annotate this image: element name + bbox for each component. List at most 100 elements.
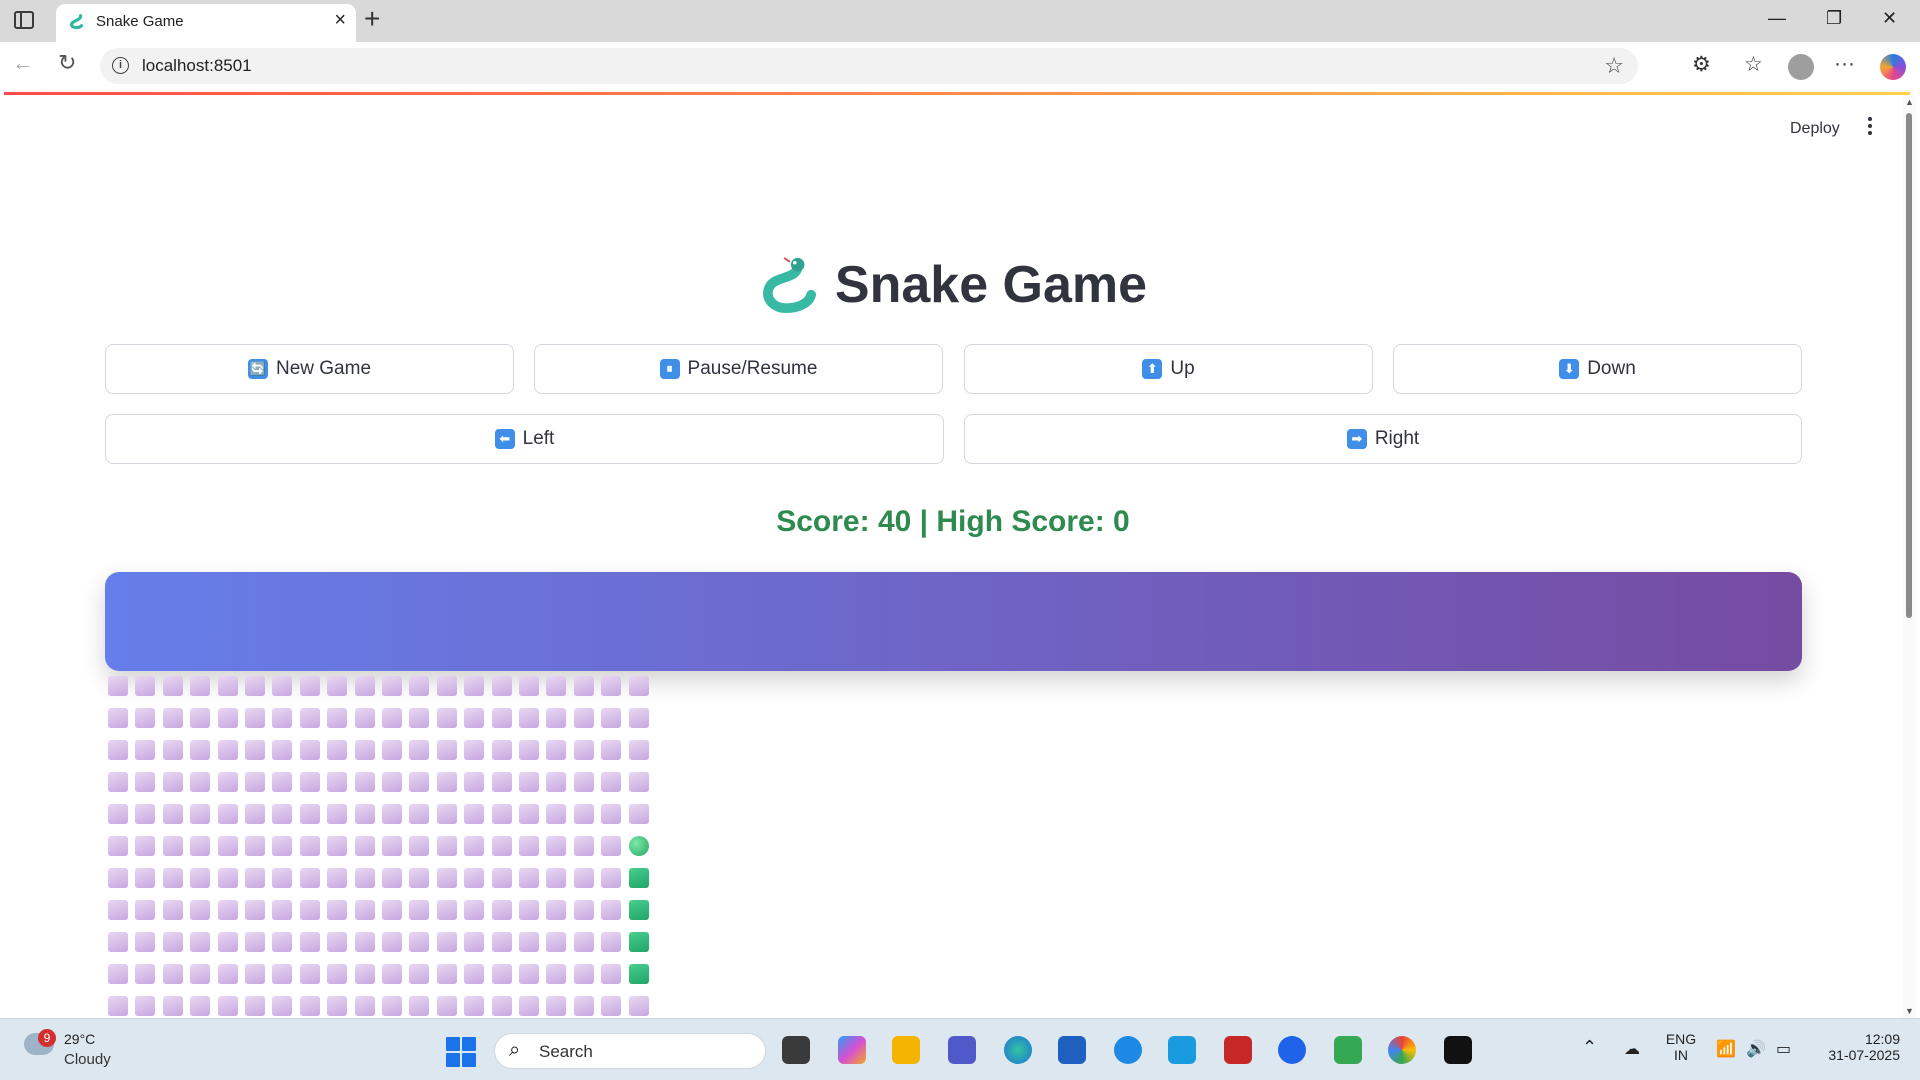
board-cell xyxy=(327,868,347,888)
close-tab-icon[interactable]: × xyxy=(334,9,346,32)
down-button[interactable]: ⬇ Down xyxy=(1393,344,1802,394)
board-cell xyxy=(190,676,210,696)
profile-avatar[interactable] xyxy=(1788,54,1814,80)
board-cell xyxy=(272,804,292,824)
board-cell xyxy=(190,900,210,920)
copilot-app-icon[interactable] xyxy=(838,1036,866,1064)
board-cell xyxy=(163,740,183,760)
scroll-up-icon[interactable]: ▲ xyxy=(1905,97,1914,107)
snake-body-segment xyxy=(629,868,649,888)
more-menu-icon[interactable]: ··· xyxy=(1834,52,1855,76)
chrome-icon[interactable] xyxy=(1388,1036,1416,1064)
new-tab-icon[interactable]: + xyxy=(364,3,380,35)
weather-badge: 9 xyxy=(38,1029,56,1047)
onedrive-icon[interactable]: ☁ xyxy=(1624,1039,1640,1059)
edge-icon[interactable] xyxy=(1004,1036,1032,1064)
weather-temperature[interactable]: 29°C xyxy=(64,1031,95,1047)
scroll-thumb[interactable] xyxy=(1906,113,1912,618)
teams-icon[interactable] xyxy=(948,1036,976,1064)
board-cell xyxy=(519,868,539,888)
minimize-icon[interactable]: — xyxy=(1768,8,1786,29)
board-cell xyxy=(382,996,402,1016)
board-cell xyxy=(272,836,292,856)
back-icon[interactable]: ← xyxy=(12,50,34,76)
board-cell xyxy=(245,932,265,952)
board-cell xyxy=(382,964,402,984)
right-button[interactable]: ➡ Right xyxy=(964,414,1802,464)
pause-resume-button[interactable]: ⏸ Pause/Resume xyxy=(534,344,943,394)
board-cell xyxy=(519,996,539,1016)
search-placeholder: Search xyxy=(539,1042,593,1061)
snake-icon xyxy=(762,257,816,314)
address-bar[interactable]: i localhost:8501 ☆ xyxy=(100,48,1638,84)
board-cell xyxy=(300,900,320,920)
favorite-star-icon[interactable]: ☆ xyxy=(1604,53,1624,79)
extensions-icon[interactable]: ⚙ xyxy=(1692,52,1711,77)
board-cell xyxy=(327,900,347,920)
lang-top: ENG xyxy=(1665,1031,1697,1047)
volume-icon[interactable]: 🔊 xyxy=(1746,1039,1766,1059)
store-icon[interactable] xyxy=(1058,1036,1086,1064)
weather-description[interactable]: Cloudy xyxy=(64,1051,111,1068)
board-cell xyxy=(135,932,155,952)
board-cell xyxy=(135,708,155,728)
taskbar-search[interactable]: ⌕ Search xyxy=(494,1033,766,1069)
board-cell xyxy=(108,900,128,920)
file-explorer-icon[interactable] xyxy=(892,1036,920,1064)
board-cell xyxy=(135,804,155,824)
copilot-icon[interactable] xyxy=(1880,54,1906,80)
clock-date: 31-07-2025 xyxy=(1828,1047,1900,1063)
board-cell xyxy=(601,868,621,888)
board-cell xyxy=(218,932,238,952)
board-cell xyxy=(546,740,566,760)
meet-icon[interactable] xyxy=(1334,1036,1362,1064)
scroll-down-icon[interactable]: ▼ xyxy=(1905,1006,1914,1016)
task-view-icon[interactable] xyxy=(782,1036,810,1064)
board-cell xyxy=(519,772,539,792)
browser-tab[interactable]: Snake Game × xyxy=(56,4,356,42)
wifi-icon[interactable]: 📶 xyxy=(1716,1039,1736,1059)
myhp-icon[interactable] xyxy=(1168,1036,1196,1064)
close-window-icon[interactable]: ✕ xyxy=(1882,8,1897,29)
reload-icon[interactable]: ↻ xyxy=(58,50,76,76)
board-cell xyxy=(519,804,539,824)
board-cell xyxy=(245,964,265,984)
board-cell xyxy=(355,772,375,792)
restore-icon[interactable]: ❐ xyxy=(1826,8,1842,29)
board-cell xyxy=(574,996,594,1016)
board-cell xyxy=(327,708,347,728)
board-cell xyxy=(163,836,183,856)
deploy-button[interactable]: Deploy xyxy=(1790,120,1840,138)
site-info-icon[interactable]: i xyxy=(112,57,129,74)
board-cell xyxy=(135,772,155,792)
board-cell xyxy=(163,996,183,1016)
page-scrollbar[interactable]: ▲ ▼ xyxy=(1902,95,1916,1018)
snake-body-segment xyxy=(629,964,649,984)
favorites-icon[interactable]: ☆ xyxy=(1744,52,1763,77)
board-cell xyxy=(218,804,238,824)
chevron-up-icon[interactable]: ⌃ xyxy=(1582,1037,1597,1058)
sidebar-toggle-icon[interactable] xyxy=(14,11,34,29)
language-indicator[interactable]: ENG IN xyxy=(1664,1031,1698,1063)
zoom-icon[interactable] xyxy=(1278,1036,1306,1064)
system-clock[interactable]: 12:09 31-07-2025 xyxy=(1814,1031,1900,1063)
board-cell xyxy=(163,964,183,984)
mcafee-icon[interactable] xyxy=(1224,1036,1252,1064)
board-cell xyxy=(492,932,512,952)
terminal-app-icon[interactable] xyxy=(1444,1036,1472,1064)
board-cell xyxy=(163,804,183,824)
windows-start-icon[interactable] xyxy=(446,1037,476,1067)
board-cell xyxy=(601,900,621,920)
main-menu-icon[interactable] xyxy=(1868,117,1874,138)
left-button[interactable]: ⬅ Left xyxy=(105,414,944,464)
board-cell xyxy=(108,868,128,888)
new-game-button[interactable]: 🔄 New Game xyxy=(105,344,514,394)
up-button[interactable]: ⬆ Up xyxy=(964,344,1373,394)
help-icon[interactable] xyxy=(1114,1036,1142,1064)
board-cell xyxy=(574,836,594,856)
board-cell xyxy=(245,772,265,792)
board-cell xyxy=(546,804,566,824)
refresh-icon: 🔄 xyxy=(247,359,268,379)
board-cell xyxy=(629,804,649,824)
battery-icon[interactable]: ▭ xyxy=(1776,1039,1791,1059)
